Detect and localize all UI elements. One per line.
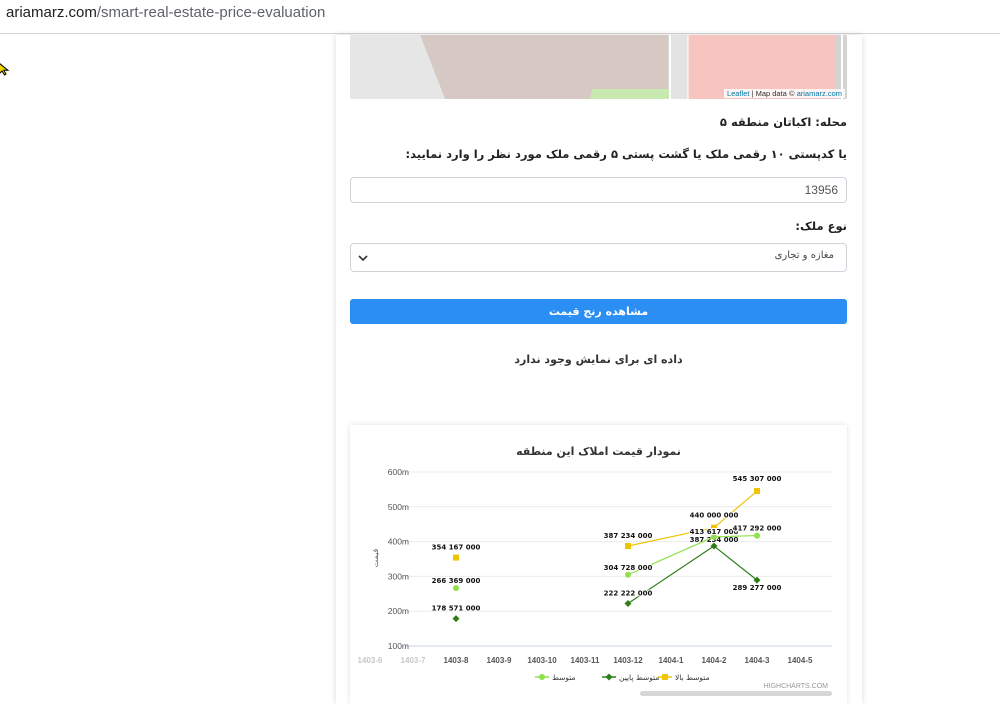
x-tick-label: 1403-11: [571, 656, 600, 665]
y-tick-label: 200m: [388, 606, 409, 616]
leaflet-link[interactable]: Leaflet: [727, 89, 750, 98]
x-tick-label: 1403-12: [613, 656, 643, 665]
legend-label[interactable]: متوسط بالا: [675, 673, 710, 682]
data-point[interactable]: [625, 571, 631, 578]
chart-credits[interactable]: HIGHCHARTS.COM: [764, 683, 829, 690]
data-label: 178 571 000: [432, 605, 481, 613]
url-path: /smart-real-estate-price-evaluation: [96, 4, 326, 21]
x-tick-label: 1403-9: [487, 656, 512, 665]
postal-code-prompt: یا کدپستی ۱۰ رقمی ملک یا گشت پستی ۵ رقمی…: [405, 147, 847, 161]
legend-marker[interactable]: [539, 674, 545, 680]
data-point[interactable]: [625, 543, 631, 550]
property-type-label: نوع ملک:: [795, 219, 847, 233]
view-price-range-button[interactable]: مشاهده رنج قیمت: [350, 299, 847, 324]
data-point[interactable]: [754, 532, 760, 539]
legend-label[interactable]: متوسط: [552, 673, 576, 682]
data-label: 440 000 000: [690, 512, 739, 520]
y-axis-title: قیمت: [371, 548, 380, 567]
valuation-panel: Leaflet | Map data © ariamarz.com محله: …: [336, 35, 862, 704]
address-bar[interactable]: ariamarz.com/smart-real-estate-price-eva…: [0, 0, 1000, 34]
legend-label[interactable]: متوسط پایین: [619, 673, 659, 682]
chart-title: نمودار قیمت املاک این منطقه: [516, 445, 681, 458]
grid-lines: [406, 471, 832, 647]
chevron-down-icon: [358, 255, 368, 262]
series-line: [713, 490, 758, 529]
y-tick-label: 500m: [388, 502, 409, 512]
x-tick-label: 1404-1: [659, 656, 684, 665]
url-host: ariamarz.com: [6, 4, 97, 21]
price-chart-canvas: نمودار قیمت املاک این منطقه قیمت 100m 200…: [358, 445, 832, 696]
x-tick-label: 1404-2: [702, 656, 727, 665]
data-label: 222 222 000: [604, 589, 653, 597]
map-source-link[interactable]: ariamarz.com: [797, 89, 842, 98]
series-layer: 354 167 000 387 234 000 440 000 000 545 307…: [431, 474, 782, 623]
attribution-separator: | Map data ©: [749, 89, 797, 98]
url-text[interactable]: ariamarz.com/smart-real-estate-price-eva…: [6, 4, 325, 21]
data-label: 354 167 000: [432, 544, 481, 552]
data-label: 266 369 000: [432, 577, 481, 585]
y-tick-label: 600m: [388, 467, 409, 477]
series-line: [713, 545, 758, 581]
data-point[interactable]: [452, 615, 460, 623]
data-label: 413 617 000: [690, 528, 739, 536]
data-label: 304 728 000: [604, 564, 653, 572]
x-tick-label: 1403-8: [444, 656, 469, 665]
y-tick-label: 100m: [388, 641, 409, 651]
data-point[interactable]: [453, 585, 459, 592]
x-tick-label: 1403-6: [358, 656, 383, 665]
x-tick-label: 1404-3: [745, 656, 770, 665]
chart-legend[interactable]: متوسط بالا متوسط پایین متوسط: [535, 673, 710, 682]
x-tick-label: 1404-5: [788, 656, 813, 665]
data-label: 387 234 000: [604, 532, 653, 540]
map-view[interactable]: Leaflet | Map data © ariamarz.com: [350, 35, 847, 99]
neighborhood-label: محله: اکباتان منطقه ۵: [719, 115, 847, 129]
mouse-pointer-icon: [0, 63, 10, 76]
x-tick-label: 1403-7: [401, 656, 426, 665]
axis-labels: 100m 200m 300m 400m 500m 600m 1403-6 1403-7 1403…: [358, 467, 813, 665]
data-label: 417 292 000: [733, 525, 782, 533]
y-tick-label: 300m: [388, 571, 409, 581]
data-label: 289 277 000: [733, 584, 782, 592]
property-type-select[interactable]: مغازه و تجاری: [350, 243, 847, 272]
legend-marker[interactable]: [662, 674, 668, 680]
data-point[interactable]: [624, 599, 632, 607]
x-tick-label: 1403-10: [527, 656, 557, 665]
no-data-message: داده ای برای نمایش وجود ندارد: [514, 353, 683, 366]
price-chart: نمودار قیمت املاک این منطقه قیمت 100m 200…: [350, 425, 847, 704]
data-point[interactable]: [453, 554, 459, 561]
legend-marker[interactable]: [605, 673, 613, 681]
property-type-value: مغازه و تجاری: [774, 250, 834, 261]
data-point[interactable]: [754, 488, 760, 495]
y-tick-label: 400m: [388, 537, 409, 547]
chart-scrollbar[interactable]: [640, 691, 832, 696]
map-attribution: Leaflet | Map data © ariamarz.com: [723, 89, 845, 98]
data-label: 545 307 000: [733, 475, 782, 483]
postal-code-input[interactable]: 13956: [350, 177, 847, 203]
